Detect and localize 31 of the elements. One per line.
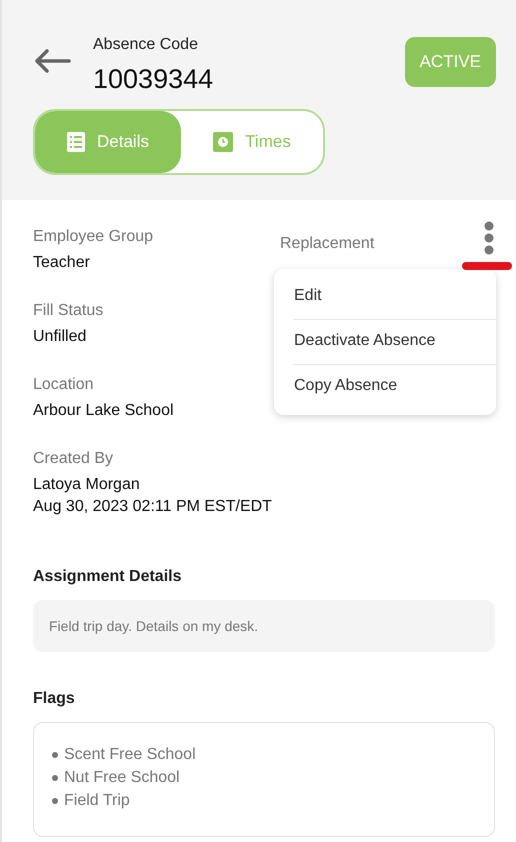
section-title: Assignment Details: [33, 568, 182, 586]
bullet-icon: [52, 752, 58, 758]
field-value: Unfilled: [33, 327, 88, 347]
back-arrow-icon: [33, 48, 71, 74]
bullet-icon: [52, 774, 58, 780]
list-icon: [67, 132, 86, 152]
section-title: Flags: [33, 690, 76, 708]
field-value: Aug 30, 2023 02:11 PM EST/EDT: [33, 497, 273, 517]
menu-item[interactable]: Copy Absence: [294, 365, 496, 409]
highlight-mark: [462, 262, 512, 270]
status-badge: ACTIVE: [404, 37, 496, 87]
bullet-icon: [52, 798, 58, 804]
back-button[interactable]: [33, 48, 71, 74]
absence-code: 10039344: [93, 64, 214, 95]
flag-item: Nut Free School: [64, 768, 180, 788]
flag-item: Field Trip: [64, 791, 130, 811]
clock-icon: [213, 132, 234, 152]
field-label: Fill Status: [33, 302, 104, 320]
menu-item[interactable]: Deactivate Absence: [294, 320, 496, 365]
absence-code-label: Absence Code: [93, 36, 199, 54]
field-value: Latoya Morgan: [33, 475, 141, 495]
flag-item: Scent Free School: [64, 745, 196, 765]
field-label: Location: [33, 376, 94, 394]
assignment-details-box: Field trip day. Details on my desk.: [33, 600, 495, 652]
menu-item[interactable]: Edit: [294, 275, 496, 320]
field-value: Arbour Lake School: [33, 401, 175, 421]
field-label: Replacement: [280, 235, 374, 253]
field-label: Created By: [33, 450, 114, 468]
field-value: Teacher: [33, 253, 91, 273]
more-options-icon[interactable]: [484, 221, 494, 255]
field-label: Employee Group: [33, 228, 154, 246]
